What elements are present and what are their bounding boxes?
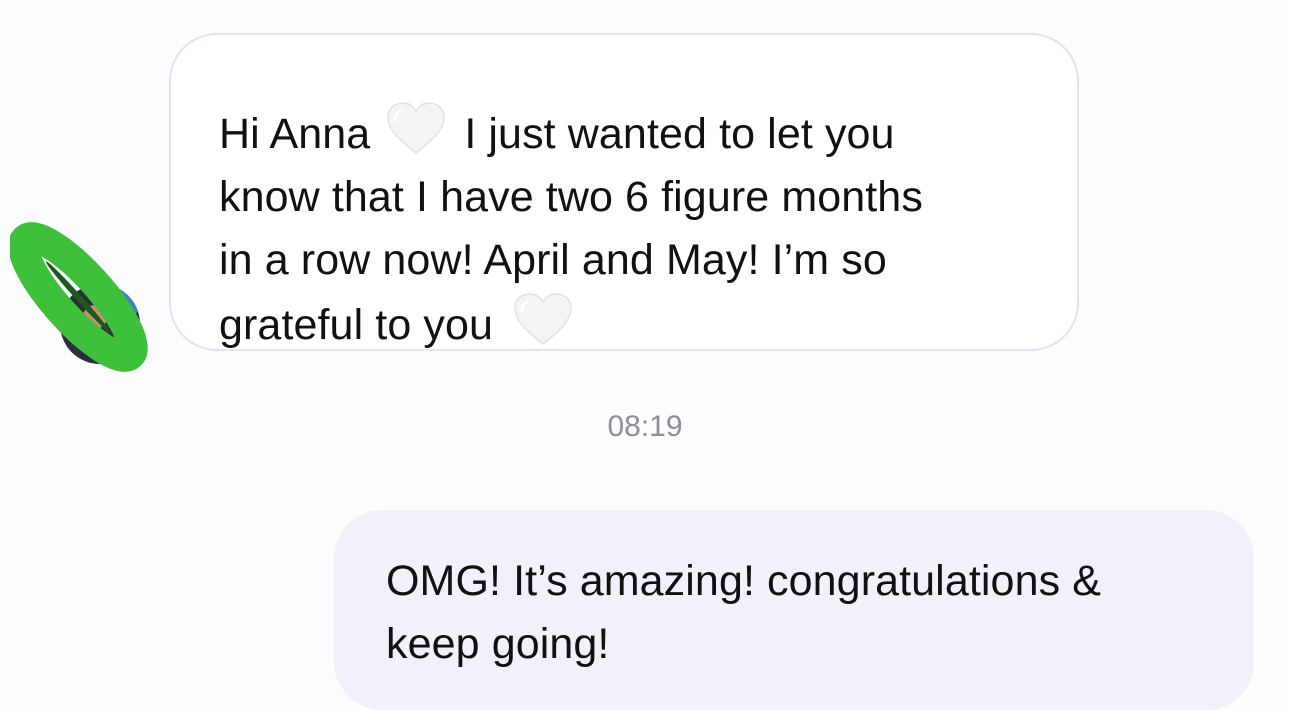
white-heart-icon	[387, 102, 446, 154]
message-line: OMG! It’s amazing! congratulations &	[386, 557, 1102, 605]
message-timestamp: 08:19	[607, 410, 683, 443]
contact-avatar[interactable]	[10, 212, 150, 377]
message-line: grateful to you	[219, 292, 1029, 357]
message-line: Hi Anna I just wanted to let you	[219, 101, 1029, 166]
message-line: in a row now! April and May! I’m so	[219, 236, 887, 284]
incoming-message-bubble[interactable]: Hi Anna I just wanted to let you know tha…	[169, 33, 1079, 351]
white-heart-icon	[514, 293, 572, 345]
outgoing-message-bubble[interactable]: OMG! It’s amazing! congratulations & kee…	[334, 510, 1254, 710]
message-thread: Hi Anna I just wanted to let you know tha…	[0, 0, 1290, 710]
message-line: keep going!	[386, 620, 610, 668]
message-line: know that I have two 6 figure months	[219, 173, 923, 221]
